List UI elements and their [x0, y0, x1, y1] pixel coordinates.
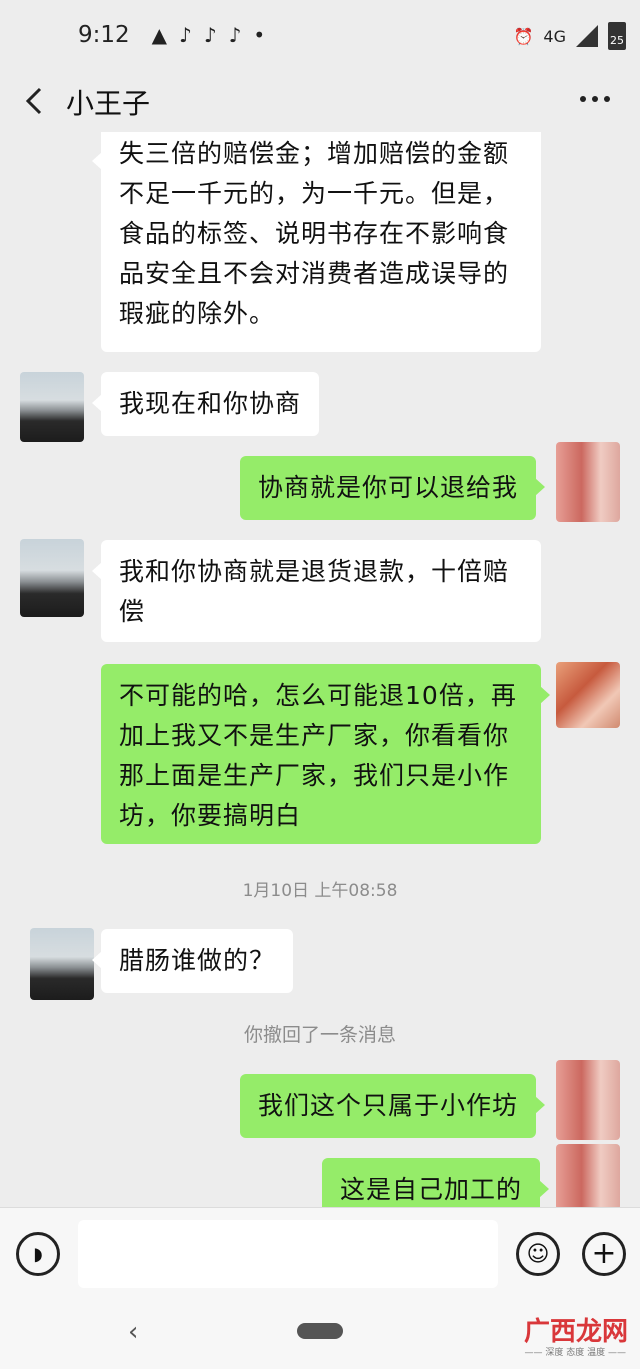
- recall-notice: 你撤回了一条消息: [243, 1024, 396, 1046]
- contact-avatar[interactable]: [20, 372, 84, 442]
- system-nav-bar: ‹ 广西龙网 —— 深度 态度 温度 ——: [0, 1299, 640, 1369]
- back-icon[interactable]: [22, 86, 46, 116]
- nav-back-icon[interactable]: ‹: [128, 1317, 138, 1347]
- contact-avatar[interactable]: [20, 539, 84, 617]
- nav-home-pill[interactable]: [297, 1323, 343, 1339]
- more-notifications-icon: •: [253, 23, 266, 47]
- contact-avatar[interactable]: [30, 928, 94, 1000]
- my-avatar[interactable]: [556, 442, 620, 522]
- my-avatar[interactable]: [556, 662, 620, 728]
- tiktok-icon: ♪: [228, 23, 242, 47]
- message-bubble-outgoing[interactable]: 协商就是你可以退给我: [240, 456, 546, 520]
- watermark-logo: 广西龙网: [523, 1317, 628, 1347]
- tiktok-icon: ♪: [203, 23, 217, 47]
- chat-title: 小王子: [66, 87, 151, 120]
- message-list[interactable]: 失三倍的赔偿金；增加赔偿的金额 不足一千元的，为一千元。但是， 食品的标签、说明…: [0, 132, 640, 1207]
- message-bubble-incoming[interactable]: 失三倍的赔偿金；增加赔偿的金额 不足一千元的，为一千元。但是， 食品的标签、说明…: [92, 132, 541, 352]
- message-bubble-incoming[interactable]: 腊肠谁做的？: [91, 929, 294, 993]
- message-bubble-incoming[interactable]: 我现在和你协商: [91, 372, 320, 436]
- chat-header: 小王子: [0, 70, 640, 132]
- message-bubble-outgoing[interactable]: 我们这个只属于小作坊: [240, 1074, 546, 1138]
- battery-icon: 25: [608, 22, 626, 50]
- message-timestamp: 1月10日 上午08:58: [242, 881, 398, 901]
- status-time: 9:12: [78, 22, 130, 48]
- more-options-icon[interactable]: [580, 96, 610, 102]
- plus-icon[interactable]: +: [582, 1232, 626, 1276]
- emoji-icon[interactable]: ☺: [516, 1232, 560, 1276]
- tiktok-icon: ♪: [179, 23, 192, 47]
- message-input[interactable]: [78, 1220, 498, 1288]
- my-avatar[interactable]: [556, 1144, 620, 1207]
- system-icons: ⏰ 4G 25: [513, 22, 626, 50]
- message-bubble-outgoing[interactable]: 不可能的哈，怎么可能退10倍，再 加上我又不是生产厂家，你看看你 那上面是生产厂…: [101, 664, 550, 844]
- message-bubble-incoming[interactable]: 我和你协商就是退货退款，十倍赔 偿: [92, 540, 541, 642]
- message-bubble-outgoing[interactable]: 这是自己加工的: [322, 1158, 550, 1207]
- alarm-icon: ⏰: [513, 26, 534, 46]
- network-type: 4G: [543, 26, 566, 46]
- watermark-tagline: —— 深度 态度 温度 ——: [524, 1348, 626, 1358]
- voice-input-icon[interactable]: ◗: [16, 1232, 60, 1276]
- notification-icons: ▲ ♪ ♪ ♪ •: [152, 23, 265, 47]
- signal-icon: [576, 25, 598, 47]
- warning-icon: ▲: [151, 23, 168, 47]
- my-avatar[interactable]: [556, 1060, 620, 1140]
- input-bar: ◗ ☺ +: [0, 1207, 640, 1299]
- status-bar: 9:12 ▲ ♪ ♪ ♪ • ⏰ 4G 25: [0, 0, 640, 70]
